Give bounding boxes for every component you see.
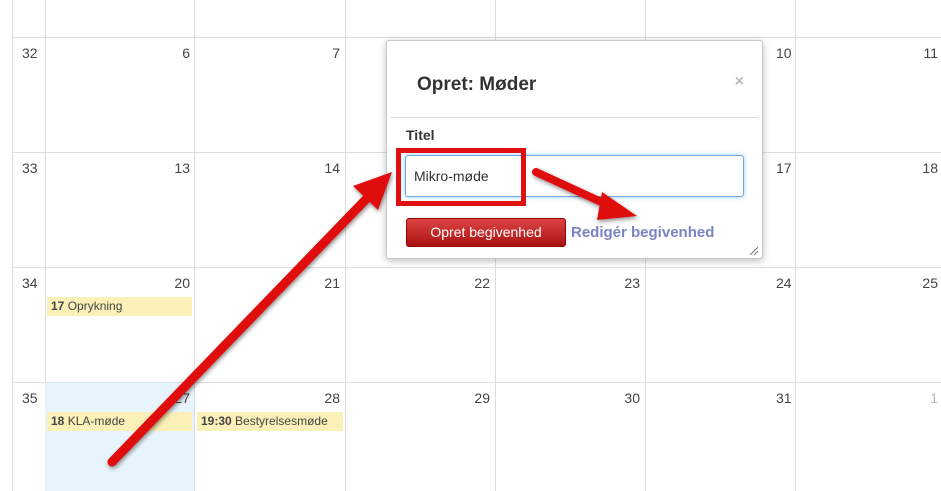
day-number[interactable]: 14: [290, 160, 340, 176]
create-event-button[interactable]: Opret begivenhed: [406, 218, 566, 247]
week-number: 34: [22, 275, 38, 291]
day-number[interactable]: 27: [140, 390, 190, 406]
day-number[interactable]: 6: [140, 45, 190, 61]
day-number[interactable]: 22: [440, 275, 490, 291]
event-title: Bestyrelsesmøde: [235, 414, 328, 428]
event-time: 17: [51, 299, 65, 313]
day-number[interactable]: 31: [776, 390, 792, 406]
close-icon[interactable]: ×: [735, 73, 744, 91]
day-number[interactable]: 29: [440, 390, 490, 406]
week-number: 35: [22, 390, 38, 406]
title-label: Titel: [406, 127, 435, 143]
day-number[interactable]: 1: [888, 390, 938, 406]
event-time: 19:30: [201, 414, 232, 428]
day-number[interactable]: 17: [776, 160, 792, 176]
grid-line: [12, 267, 941, 268]
edit-event-link[interactable]: Redigér begivenhed: [571, 224, 714, 241]
day-number[interactable]: 10: [776, 45, 792, 61]
day-number[interactable]: 20: [140, 275, 190, 291]
week-number: 32: [22, 45, 38, 61]
grid-line: [12, 37, 941, 38]
highlight-box: [396, 148, 526, 206]
day-number[interactable]: 28: [290, 390, 340, 406]
resize-handle-icon[interactable]: [748, 245, 758, 255]
day-number[interactable]: 11: [888, 45, 938, 61]
calendar-event[interactable]: 17 Oprykning: [47, 297, 192, 316]
day-number[interactable]: 25: [888, 275, 938, 291]
day-number[interactable]: 13: [140, 160, 190, 176]
day-number[interactable]: 21: [290, 275, 340, 291]
grid-line: [345, 0, 346, 491]
day-number[interactable]: 30: [590, 390, 640, 406]
event-time: 18: [51, 414, 65, 428]
week-number: 33: [22, 160, 38, 176]
calendar-event[interactable]: 18 KLA-møde: [47, 412, 192, 431]
grid-line: [12, 0, 13, 491]
event-title: Oprykning: [67, 299, 123, 313]
event-title: KLA-møde: [67, 414, 126, 428]
day-number[interactable]: 18: [888, 160, 938, 176]
day-number[interactable]: 23: [590, 275, 640, 291]
divider: [391, 117, 758, 118]
grid-line: [795, 0, 796, 491]
popup-title: Opret: Møder: [417, 74, 537, 95]
grid-line: [194, 0, 195, 491]
calendar-event[interactable]: 19:30 Bestyrelsesmøde: [197, 412, 343, 431]
day-number[interactable]: 7: [290, 45, 340, 61]
day-number[interactable]: 24: [776, 275, 792, 291]
